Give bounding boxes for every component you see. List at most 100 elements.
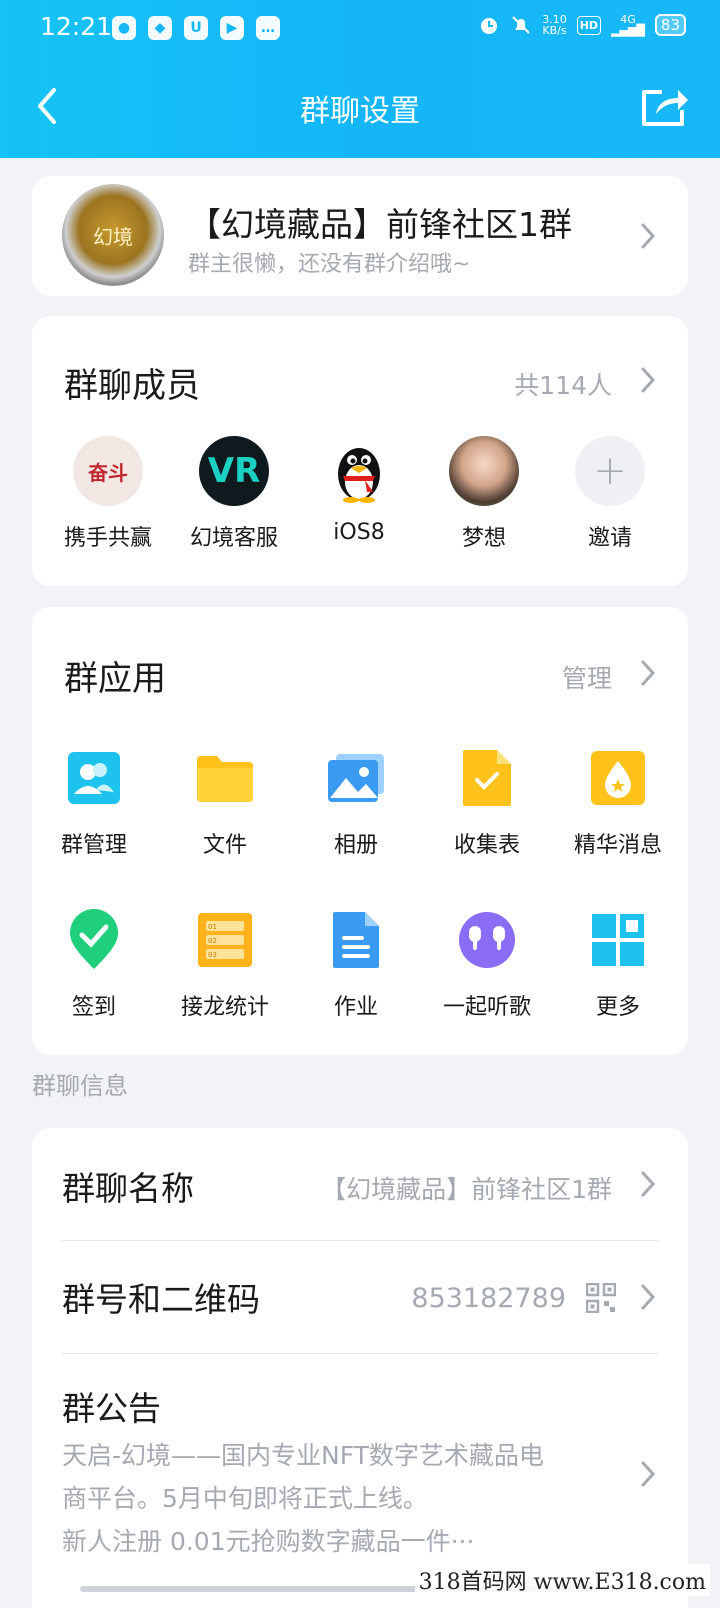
group-number-title: 群号和二维码 bbox=[62, 1280, 260, 1319]
group-notice-title: 群公告 bbox=[62, 1389, 161, 1428]
avatar-text: 奋斗 bbox=[88, 460, 128, 485]
message-icon: … bbox=[256, 16, 280, 40]
group-notice-text: 天启-幻境——国内专业NFT数字艺术藏品电 商平台。5月中旬即将正式上线。 新人… bbox=[62, 1434, 622, 1563]
group-avatar: 幻境 bbox=[62, 184, 164, 286]
checkin-icon bbox=[63, 909, 125, 971]
baidu-icon: ◆ bbox=[148, 16, 172, 40]
avatar bbox=[449, 436, 519, 506]
group-name-title: 群聊名称 bbox=[62, 1169, 194, 1208]
group-name-value: 【幻境藏品】前锋社区1群 bbox=[321, 1175, 612, 1204]
group-avatar-text: 幻境 bbox=[93, 224, 133, 249]
member-item[interactable]: 梦想 bbox=[424, 436, 544, 552]
app-label: 文件 bbox=[202, 833, 247, 858]
member-name: iOS8 bbox=[333, 520, 385, 545]
status-bar: 12:21 ● ◆ U ▶ … 3.10 KB/s HD 4G ▂▄▆█ 83 bbox=[0, 0, 720, 56]
app-label: 一起听歌 bbox=[442, 995, 531, 1020]
chevron-right-icon bbox=[640, 222, 656, 250]
form-icon bbox=[456, 747, 518, 809]
net-speed-unit: KB/s bbox=[542, 24, 567, 37]
chevron-right-icon[interactable] bbox=[640, 659, 656, 687]
app-album[interactable]: 相册 bbox=[291, 747, 421, 859]
apps-title: 群应用 bbox=[64, 659, 166, 699]
apps-card: 群应用 管理 群管理 文件 相册 收集表 精华消息 签到 01 02 03 接龙… bbox=[32, 607, 688, 1055]
app-label: 精华消息 bbox=[573, 833, 662, 858]
qrcode-icon bbox=[585, 1282, 617, 1314]
chevron-right-icon bbox=[640, 1170, 656, 1198]
plus-icon: + bbox=[575, 436, 645, 506]
battery-icon: 83 bbox=[654, 14, 686, 36]
video-icon: ▶ bbox=[220, 16, 244, 40]
avatar-text: VR bbox=[207, 451, 261, 491]
invite-button[interactable]: + 邀请 bbox=[550, 436, 670, 552]
members-card: 群聊成员 共114人 奋斗 携手共赢 VR 幻境客服 iOS8 梦想 + 邀请 bbox=[32, 316, 688, 586]
relay-num-1: 01 bbox=[208, 923, 217, 931]
member-item[interactable]: iOS8 bbox=[299, 436, 419, 545]
app-label: 作业 bbox=[333, 995, 378, 1020]
alarm-icon bbox=[481, 18, 498, 34]
app-relay[interactable]: 01 02 03 接龙统计 bbox=[160, 909, 290, 1021]
signal-icon: 4G ▂▄▆█ bbox=[611, 13, 645, 37]
u-app-icon: U bbox=[184, 16, 208, 40]
app-listen-together[interactable]: 一起听歌 bbox=[422, 909, 552, 1021]
app-files[interactable]: 文件 bbox=[160, 747, 290, 859]
essence-icon bbox=[587, 747, 649, 809]
chevron-right-icon bbox=[640, 1283, 656, 1311]
group-manage-icon bbox=[63, 747, 125, 809]
chevron-right-icon bbox=[640, 1460, 656, 1488]
mute-icon bbox=[512, 16, 530, 34]
notification-icons: ● ◆ U ▶ … bbox=[112, 16, 280, 40]
group-name: 【幻境藏品】前锋社区1群 bbox=[188, 205, 572, 244]
homework-icon bbox=[325, 909, 387, 971]
page-title: 群聊设置 bbox=[300, 94, 420, 129]
net-speed: 3.10 KB/s bbox=[542, 14, 567, 36]
notice-line: 商平台。5月中旬即将正式上线。 bbox=[62, 1484, 428, 1513]
members-title: 群聊成员 bbox=[64, 366, 200, 406]
member-name: 梦想 bbox=[461, 526, 506, 551]
app-label: 更多 bbox=[595, 995, 640, 1020]
app-label: 收集表 bbox=[453, 833, 520, 858]
group-number-value: 853182789 bbox=[411, 1283, 566, 1314]
notice-line: 天启-幻境——国内专业NFT数字艺术藏品电 bbox=[62, 1441, 544, 1470]
apps-manage[interactable]: 管理 bbox=[562, 659, 612, 695]
app-label: 接龙统计 bbox=[180, 995, 269, 1020]
header: 12:21 ● ◆ U ▶ … 3.10 KB/s HD 4G ▂▄▆█ 83 … bbox=[0, 0, 720, 158]
hd-badge: HD bbox=[576, 15, 602, 35]
member-count[interactable]: 共114人 bbox=[514, 366, 612, 402]
member-item[interactable]: VR 幻境客服 bbox=[174, 436, 294, 552]
group-name-row[interactable]: 群聊名称 【幻境藏品】前锋社区1群 bbox=[32, 1128, 688, 1240]
relay-num-2: 02 bbox=[208, 937, 217, 945]
watermark: 318首码网 www.E318.com bbox=[414, 1564, 710, 1596]
group-profile-card[interactable]: 幻境 【幻境藏品】前锋社区1群 群主很懒，还没有群介绍哦~ bbox=[32, 176, 688, 296]
app-collect-form[interactable]: 收集表 bbox=[422, 747, 552, 859]
album-icon bbox=[325, 747, 387, 809]
info-card: 群聊名称 【幻境藏品】前锋社区1群 群号和二维码 853182789 群公告 天… bbox=[32, 1128, 688, 1608]
app-more[interactable]: 更多 bbox=[553, 909, 683, 1021]
app-label: 相册 bbox=[333, 833, 378, 858]
chevron-right-icon[interactable] bbox=[640, 366, 656, 394]
member-name: 幻境客服 bbox=[189, 526, 278, 551]
more-grid-icon bbox=[587, 909, 649, 971]
notice-line: 新人注册 0.01元抢购数字藏品一件··· bbox=[62, 1527, 475, 1556]
info-section-label: 群聊信息 bbox=[32, 1072, 128, 1100]
system-icons: 3.10 KB/s HD 4G ▂▄▆█ 83 bbox=[478, 14, 686, 36]
app-label: 群管理 bbox=[60, 833, 127, 858]
relay-icon: 01 02 03 bbox=[194, 909, 256, 971]
wechat-icon: ● bbox=[112, 16, 136, 40]
app-homework[interactable]: 作业 bbox=[291, 909, 421, 1021]
share-button[interactable] bbox=[638, 82, 690, 130]
plus-text: + bbox=[593, 448, 627, 494]
avatar: VR bbox=[199, 436, 269, 506]
app-checkin[interactable]: 签到 bbox=[29, 909, 159, 1021]
headphones-icon bbox=[456, 909, 518, 971]
member-item[interactable]: 奋斗 携手共赢 bbox=[48, 436, 168, 552]
group-number-row[interactable]: 群号和二维码 853182789 bbox=[32, 1241, 688, 1353]
status-time: 12:21 bbox=[40, 12, 113, 41]
qq-penguin-icon bbox=[324, 436, 394, 506]
share-icon bbox=[642, 90, 688, 126]
relay-num-3: 03 bbox=[208, 951, 217, 959]
app-essence[interactable]: 精华消息 bbox=[553, 747, 683, 859]
app-group-manage[interactable]: 群管理 bbox=[29, 747, 159, 859]
app-label: 签到 bbox=[71, 995, 116, 1020]
folder-icon bbox=[194, 747, 256, 809]
avatar: 奋斗 bbox=[73, 436, 143, 506]
